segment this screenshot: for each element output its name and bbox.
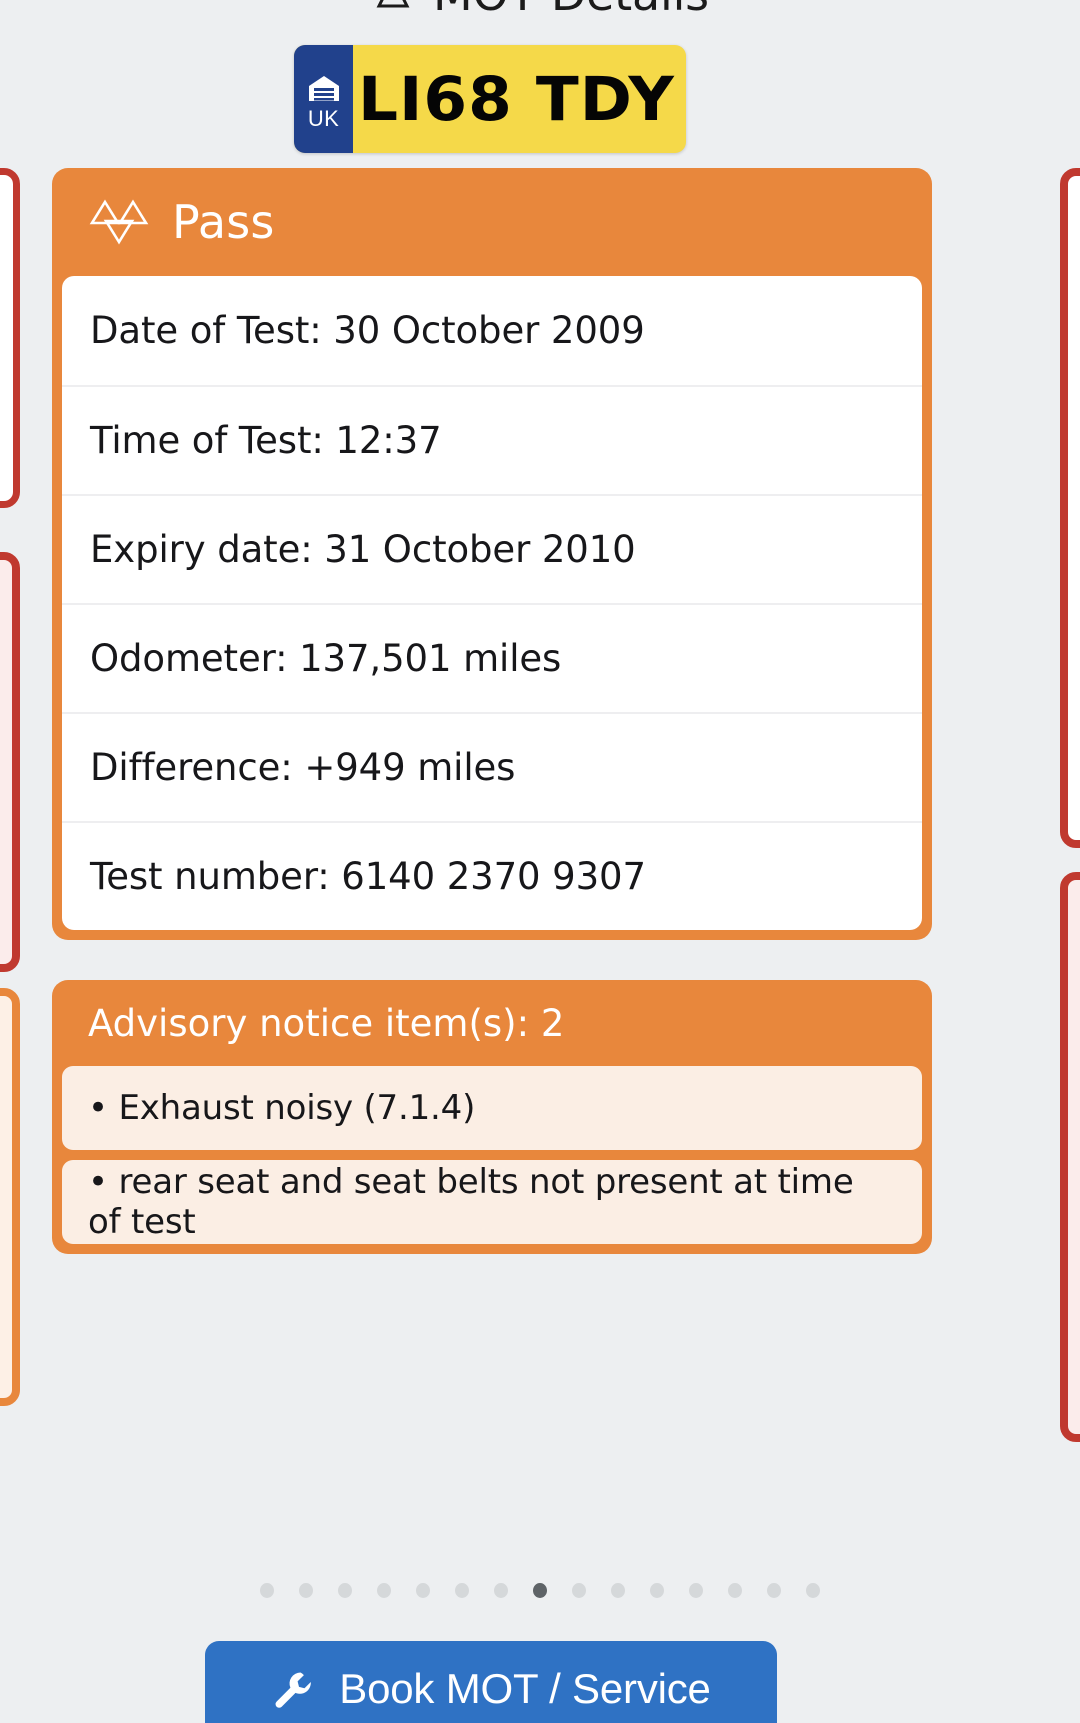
carousel-pagination[interactable] [0,1583,1080,1598]
advisory-item: • rear seat and seat belts not present a… [62,1160,922,1244]
book-mot-service-label: Book MOT / Service [339,1665,711,1712]
page-title-bar: MOT Details [0,0,1080,22]
carousel-dot[interactable] [338,1583,352,1598]
carousel-peek-right-top[interactable] [1060,168,1080,848]
carousel-peek-right-bottom[interactable] [1060,872,1080,1442]
mot-result-status: Pass [172,195,275,249]
carousel-dot[interactable] [260,1583,274,1598]
detail-row-test-number: Test number: 6140 2370 9307 [62,821,922,930]
carousel-dot[interactable] [377,1583,391,1598]
plate-registration: LI68 TDY [357,63,675,135]
advisory-item: • Exhaust noisy (7.1.4) [62,1066,922,1150]
carousel-dot[interactable] [455,1583,469,1598]
carousel-peek-left-bottom[interactable] [0,988,20,1406]
carousel-dot[interactable] [494,1583,508,1598]
wrench-icon [271,1668,313,1710]
carousel-dot[interactable] [572,1583,586,1598]
advisory-header: Advisory notice item(s): 2 [88,1001,565,1045]
plate-country-code: UK [307,106,340,131]
book-mot-service-button[interactable]: Book MOT / Service [205,1641,777,1723]
detail-row-difference: Difference: +949 miles [62,712,922,821]
carousel-dot[interactable] [767,1583,781,1598]
number-plate: UK LI68 TDY [294,45,686,153]
mot-details-list: Date of Test: 30 October 2009 Time of Te… [62,276,922,930]
carousel-dot[interactable] [416,1583,430,1598]
mot-result-header: Pass [62,168,922,276]
detail-row-expiry-date: Expiry date: 31 October 2010 [62,494,922,603]
carousel-peek-left-previous[interactable] [0,168,20,508]
carousel-dot[interactable] [728,1583,742,1598]
carousel-dot[interactable] [650,1583,664,1598]
mot-triangle-icon [371,0,415,16]
mot-result-card: Pass Date of Test: 30 October 2009 Time … [52,168,932,940]
carousel-peek-left-middle[interactable] [0,552,20,972]
uk-flag-band-icon [307,74,341,104]
carousel-dot[interactable] [806,1583,820,1598]
page-title: MOT Details [433,0,709,21]
carousel-dot[interactable] [533,1583,547,1598]
plate-country-band: UK [294,45,353,153]
detail-row-odometer: Odometer: 137,501 miles [62,603,922,712]
carousel-dot[interactable] [299,1583,313,1598]
carousel-dot[interactable] [611,1583,625,1598]
carousel-dot[interactable] [689,1583,703,1598]
detail-row-date-of-test: Date of Test: 30 October 2009 [90,309,645,352]
mot-triangles-icon [88,198,150,246]
detail-row-time-of-test: Time of Test: 12:37 [62,385,922,494]
advisory-notices-card: Advisory notice item(s): 2 • Exhaust noi… [52,980,932,1254]
